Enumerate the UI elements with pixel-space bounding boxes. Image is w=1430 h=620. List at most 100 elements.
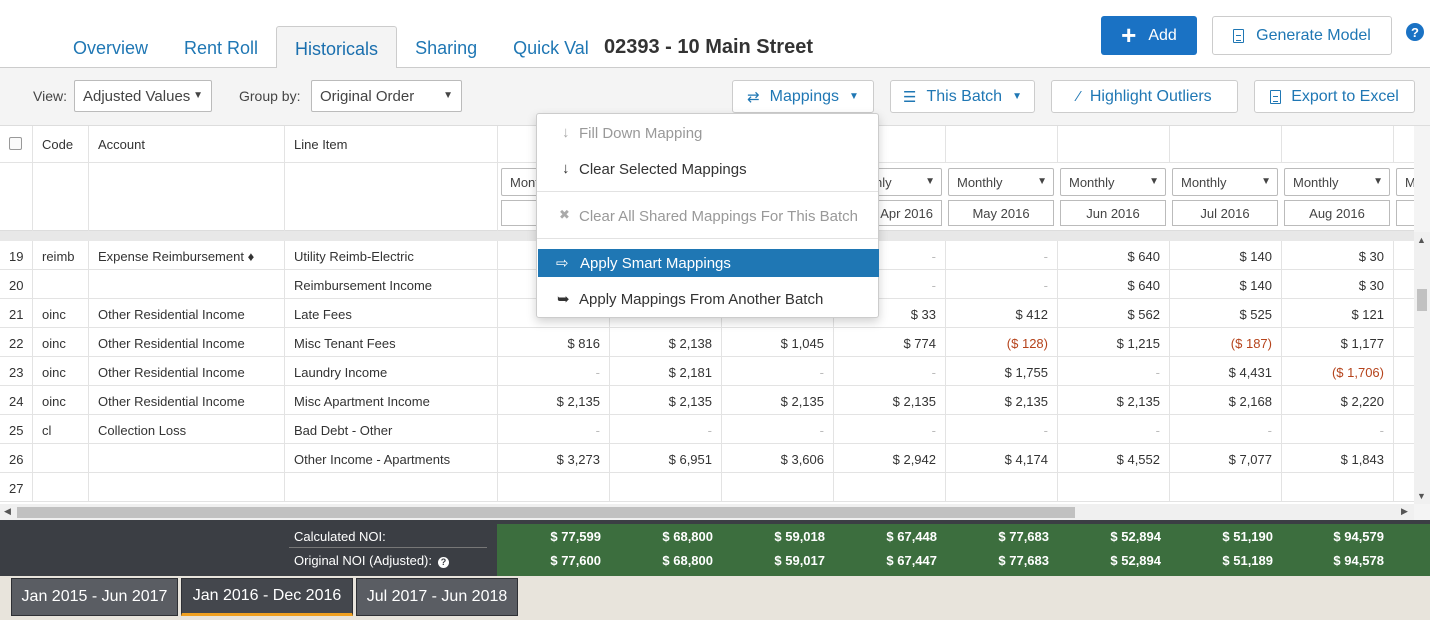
account-cell[interactable] [89, 444, 285, 473]
scroll-down-icon[interactable]: ▼ [1417, 491, 1426, 501]
scroll-up-icon[interactable]: ▲ [1417, 235, 1426, 245]
export-excel-button[interactable]: Export to Excel [1254, 80, 1415, 113]
code-cell[interactable]: reimb [33, 241, 89, 270]
horizontal-scrollbar[interactable]: ◀ ▶ [0, 504, 1414, 520]
line-item-cell[interactable] [285, 473, 498, 502]
code-cell[interactable]: oinc [33, 357, 89, 386]
code-cell[interactable] [33, 444, 89, 473]
row-number-cell: 24 [0, 386, 33, 415]
tab-sharing[interactable]: Sharing [397, 26, 495, 68]
menu-item-apply-mappings-from-another-batch[interactable]: ➥ Apply Mappings From Another Batch [537, 284, 878, 314]
menu-item-clear-selected-mappings[interactable]: ↓ Clear Selected Mappings [537, 154, 878, 184]
table-row[interactable]: 26 Other Income - Apartments $ 3,273 $ 6,95… [0, 444, 1414, 473]
account-cell[interactable]: Other Residential Income [89, 357, 285, 386]
frequency-select[interactable]: Monthly ▼ [948, 168, 1054, 196]
this-batch-button[interactable]: ☰ This Batch ▼ [890, 80, 1035, 113]
batch-tab-jul2017-jun2018[interactable]: Jul 2017 - Jun 2018 [356, 578, 518, 616]
line-item-cell[interactable]: Misc Apartment Income [285, 386, 498, 415]
value-cell: - [1058, 415, 1170, 444]
period-date-input[interactable]: Jul 2016 [1172, 200, 1278, 226]
scroll-left-icon[interactable]: ◀ [4, 506, 11, 517]
period-date-input[interactable]: Jun 2016 [1060, 200, 1166, 226]
original-noi-value: $ 77,683 [998, 553, 1049, 568]
code-cell[interactable] [33, 473, 89, 502]
header-period [946, 126, 1058, 163]
value-cell [498, 473, 610, 502]
code-cell[interactable]: cl [33, 415, 89, 444]
table-row[interactable]: 23 oinc Other Residential Income Laundry In… [0, 357, 1414, 386]
batch-tab-jan2015-jun2017[interactable]: Jan 2015 - Jun 2017 [11, 578, 178, 616]
scroll-right-icon[interactable]: ▶ [1401, 506, 1408, 517]
code-cell[interactable]: oinc [33, 386, 89, 415]
x-icon: ✖ [559, 207, 570, 222]
line-item-cell[interactable]: Late Fees [285, 299, 498, 328]
line-item-cell[interactable]: Utility Reimb-Electric [285, 241, 498, 270]
tab-quick-val[interactable]: Quick Val [495, 26, 607, 68]
help-icon[interactable]: ? [438, 557, 449, 568]
original-noi-label-text: Original NOI (Adjusted): [294, 553, 432, 568]
account-cell[interactable]: Expense Reimbursement ♦ [89, 241, 285, 270]
value-cell: $ 2,135 [610, 386, 722, 415]
menu-item-fill-down-mapping[interactable]: ↓ Fill Down Mapping [537, 118, 878, 148]
vertical-scrollbar[interactable]: ▲ ▼ [1414, 232, 1430, 504]
value-cell: $ 525 [1170, 299, 1282, 328]
header-code[interactable]: Code [33, 126, 89, 163]
tab-historicals[interactable]: Historicals [276, 26, 398, 69]
batch-tab-jan2016-dec2016[interactable]: Jan 2016 - Dec 2016 [181, 578, 353, 616]
line-item-cell[interactable]: Other Income - Apartments [285, 444, 498, 473]
help-icon[interactable]: ? [1406, 23, 1424, 41]
menu-item-clear-all-shared-mappings[interactable]: ✖ Clear All Shared Mappings For This Bat… [537, 201, 878, 231]
line-item-cell[interactable]: Misc Tenant Fees [285, 328, 498, 357]
this-batch-label: This Batch [926, 87, 1003, 105]
header-line-item[interactable]: Line Item [285, 126, 498, 163]
calculated-noi-label: Calculated NOI: [294, 529, 386, 544]
account-cell[interactable]: Other Residential Income [89, 328, 285, 357]
frequency-value: Mont [510, 175, 539, 190]
period-date-input[interactable]: May 2016 [948, 200, 1054, 226]
tab-rent-roll[interactable]: Rent Roll [166, 26, 276, 68]
account-cell[interactable]: Other Residential Income [89, 386, 285, 415]
account-cell[interactable] [89, 473, 285, 502]
calculated-noi-value: $ 77,599 [550, 529, 601, 544]
header-account[interactable]: Account [89, 126, 285, 163]
account-cell[interactable]: Collection Loss [89, 415, 285, 444]
caret-down-icon: ▼ [193, 90, 203, 101]
value-cell: - [946, 415, 1058, 444]
select-all-checkbox[interactable] [9, 137, 22, 150]
generate-model-button[interactable]: Generate Model [1212, 16, 1392, 55]
line-item-cell[interactable]: Reimbursement Income [285, 270, 498, 299]
period-date-input[interactable] [1396, 200, 1414, 226]
line-item-cell[interactable]: Bad Debt - Other [285, 415, 498, 444]
code-cell[interactable]: oinc [33, 328, 89, 357]
original-noi-value: $ 51,189 [1222, 553, 1273, 568]
frequency-select[interactable]: Mon [1396, 168, 1414, 196]
value-cell: $ 2,220 [1282, 386, 1394, 415]
frequency-select[interactable]: Monthly ▼ [1284, 168, 1390, 196]
table-row[interactable]: 24 oinc Other Residential Income Misc Apart… [0, 386, 1414, 415]
table-row[interactable]: 25 cl Collection Loss Bad Debt - Other - - - - -… [0, 415, 1414, 444]
frequency-select[interactable]: Monthly ▼ [1172, 168, 1278, 196]
code-cell[interactable]: oinc [33, 299, 89, 328]
group-by-select[interactable]: Original Order ▼ [311, 80, 462, 112]
menu-item-apply-smart-mappings[interactable]: ⇨ Apply Smart Mappings [538, 249, 879, 277]
view-select[interactable]: Adjusted Values ▼ [74, 80, 212, 112]
table-row[interactable]: 22 oinc Other Residential Income Misc Tenan… [0, 328, 1414, 357]
scroll-thumb[interactable] [1417, 289, 1427, 311]
highlight-outliers-button[interactable]: ⁄ Highlight Outliers [1051, 80, 1238, 113]
calculated-noi-value: $ 67,448 [886, 529, 937, 544]
table-row[interactable]: 27 [0, 473, 1414, 502]
scroll-thumb[interactable] [17, 507, 1075, 518]
value-cell: ($ 1,706) [1282, 357, 1394, 386]
tab-overview[interactable]: Overview [55, 26, 166, 68]
code-cell[interactable] [33, 270, 89, 299]
account-cell[interactable] [89, 270, 285, 299]
mappings-button[interactable]: ⇄ Mappings ▼ [732, 80, 874, 113]
export-excel-label: Export to Excel [1291, 87, 1399, 105]
frequency-select[interactable]: Monthly ▼ [1060, 168, 1166, 196]
period-date-input[interactable]: Aug 2016 [1284, 200, 1390, 226]
account-cell[interactable]: Other Residential Income [89, 299, 285, 328]
line-item-cell[interactable]: Laundry Income [285, 357, 498, 386]
add-button[interactable]: + Add [1101, 16, 1197, 55]
value-cell: $ 2,942 [834, 444, 946, 473]
value-cell: $ 1,755 [946, 357, 1058, 386]
